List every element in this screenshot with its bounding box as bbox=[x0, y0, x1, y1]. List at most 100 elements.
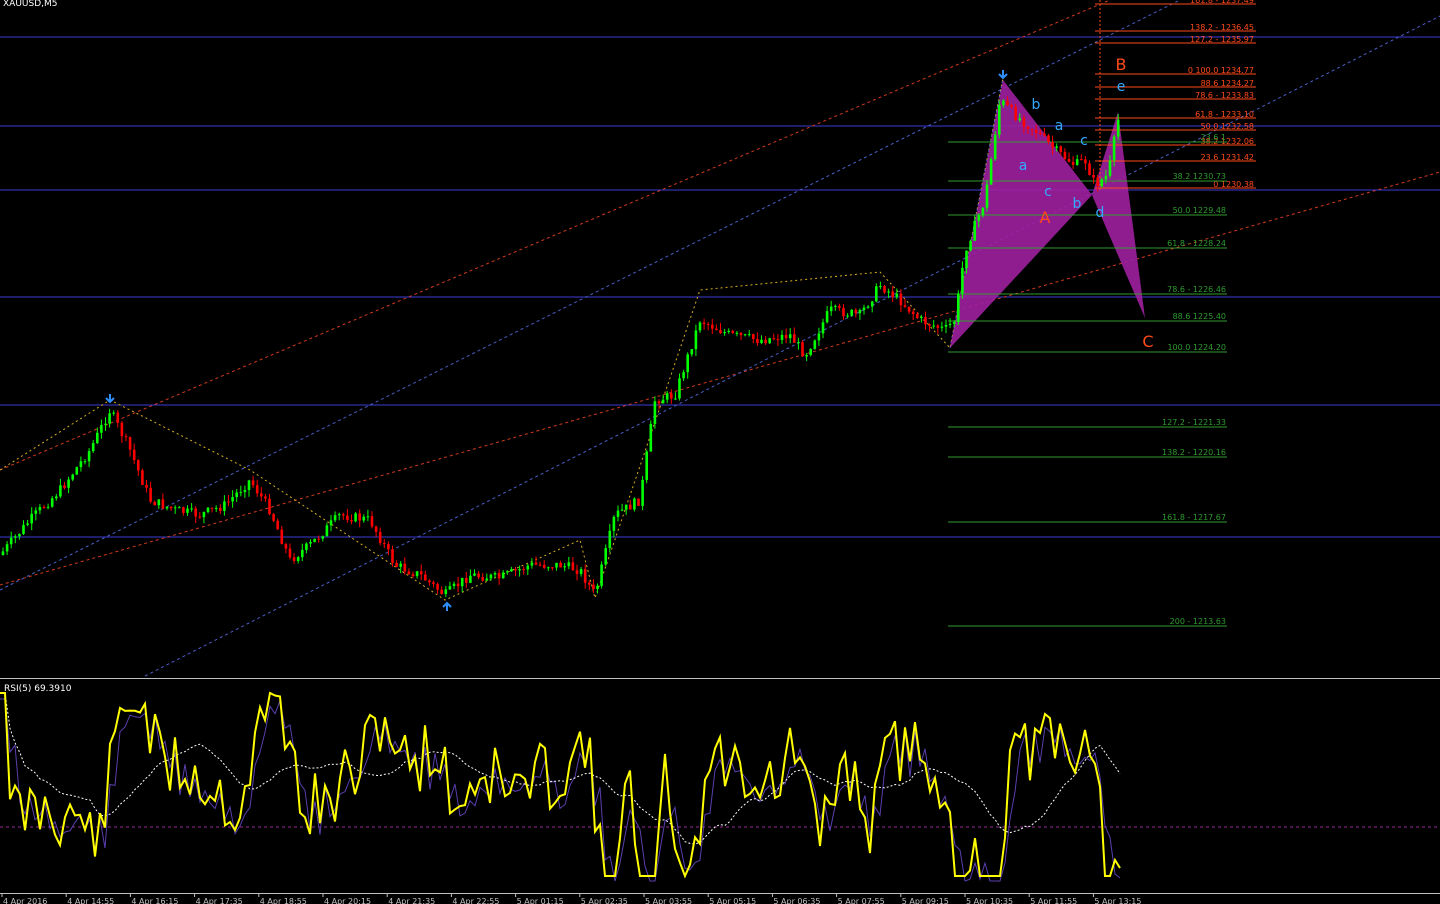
candle-body bbox=[50, 498, 54, 507]
candle-body bbox=[219, 507, 222, 511]
candle-body bbox=[309, 542, 312, 544]
candle-body bbox=[46, 506, 50, 508]
candle-body bbox=[866, 306, 870, 308]
candle-body bbox=[924, 316, 927, 325]
candle-body bbox=[165, 506, 169, 509]
candle-body bbox=[1006, 100, 1009, 106]
candle-body bbox=[551, 567, 554, 569]
candle-body bbox=[850, 309, 853, 316]
candle-body bbox=[743, 334, 747, 336]
candle-body bbox=[698, 322, 702, 331]
candle-body bbox=[649, 423, 653, 452]
candle-body bbox=[493, 573, 497, 575]
candle-body bbox=[112, 412, 115, 414]
candle-body bbox=[1002, 100, 1005, 106]
candle-body bbox=[18, 533, 21, 537]
fib-lower-label: 50.0 1229.48 bbox=[1173, 206, 1226, 215]
candle-body bbox=[706, 324, 710, 326]
candle-body bbox=[1100, 179, 1104, 187]
candle-body bbox=[489, 574, 493, 579]
fib-lower-label: 127.2 - 1221.33 bbox=[1162, 418, 1226, 427]
candle-body bbox=[952, 322, 956, 324]
candle-body bbox=[665, 393, 669, 400]
candle-body bbox=[104, 423, 107, 425]
candle-body bbox=[1075, 159, 1079, 165]
candle-body bbox=[1026, 126, 1030, 129]
candle-body bbox=[518, 569, 521, 571]
candle-body bbox=[776, 339, 780, 341]
candle-body bbox=[362, 516, 366, 521]
candle-body bbox=[198, 516, 202, 518]
candle-body bbox=[9, 537, 13, 545]
candle-body bbox=[932, 325, 935, 327]
candle-body bbox=[206, 507, 210, 513]
candle-body bbox=[965, 250, 968, 268]
candle-body bbox=[313, 538, 316, 543]
fractal-up-arrow-icon bbox=[442, 601, 452, 611]
candle-body bbox=[563, 566, 566, 568]
candle-body bbox=[936, 325, 940, 328]
fib-lower-label: 23.6 1 bbox=[1201, 133, 1226, 142]
candle-body bbox=[169, 506, 173, 509]
wave-label-minor: c bbox=[1044, 184, 1052, 200]
candle-body bbox=[829, 306, 833, 312]
candle-body bbox=[846, 315, 849, 317]
candle-body bbox=[907, 306, 911, 312]
candle-body bbox=[616, 510, 620, 517]
candle-body bbox=[116, 412, 120, 423]
candle-body bbox=[813, 340, 817, 349]
candle-body bbox=[690, 349, 694, 355]
candle-body bbox=[1092, 175, 1095, 178]
candle-body bbox=[305, 543, 308, 550]
candle-body bbox=[333, 515, 337, 521]
time-axis-label: 5 Apr 09:15 bbox=[902, 897, 949, 904]
candle-body bbox=[264, 496, 267, 499]
candle-body bbox=[809, 348, 812, 355]
candle-body bbox=[538, 564, 542, 566]
candle-body bbox=[460, 577, 464, 587]
candle-body bbox=[239, 492, 243, 494]
candle-body bbox=[182, 507, 185, 513]
fib-upper-label: 61.8 - 1233.10 bbox=[1195, 110, 1254, 119]
candle-body bbox=[276, 520, 279, 530]
time-axis-label: 4 Apr 22:55 bbox=[452, 897, 499, 904]
price-chart[interactable]: 161.8 - 1237.49 138.2 - 1236.45 127.2 - 12… bbox=[0, 0, 1440, 678]
harmonic-pattern-xab bbox=[950, 80, 1092, 348]
wave-label-minor: c bbox=[1080, 133, 1088, 149]
candle-body bbox=[600, 564, 603, 586]
candle-body bbox=[235, 492, 238, 497]
candle-body bbox=[973, 220, 976, 241]
candle-body bbox=[514, 569, 517, 571]
candle-body bbox=[620, 509, 624, 511]
rsi-indicator-panel[interactable] bbox=[0, 681, 1440, 894]
candle-body bbox=[821, 322, 825, 334]
fib-lower-label: 88.6 1225.40 bbox=[1173, 312, 1226, 321]
candle-body bbox=[510, 569, 513, 572]
candle-body bbox=[686, 354, 689, 373]
candle-body bbox=[370, 516, 374, 527]
wave-label-minor: b bbox=[1073, 196, 1082, 212]
candle-body bbox=[780, 334, 784, 340]
candle-body bbox=[805, 354, 808, 357]
candle-body bbox=[292, 557, 296, 562]
candle-body bbox=[1071, 161, 1075, 165]
candle-body bbox=[5, 544, 9, 552]
candle-body bbox=[1096, 177, 1099, 187]
candle-body bbox=[948, 323, 952, 325]
candle-body bbox=[83, 461, 87, 463]
candle-body bbox=[395, 562, 398, 567]
candle-body bbox=[797, 342, 800, 344]
panel-separator[interactable] bbox=[0, 678, 1440, 679]
candle-body bbox=[1112, 136, 1116, 161]
candle-body bbox=[940, 326, 944, 328]
candle-body bbox=[202, 512, 206, 518]
time-axis-label: 5 Apr 01:15 bbox=[517, 897, 564, 904]
candle-body bbox=[678, 378, 681, 399]
candle-body bbox=[596, 585, 599, 590]
candle-body bbox=[899, 293, 903, 306]
candle-body bbox=[329, 520, 333, 526]
candle-body bbox=[854, 309, 858, 314]
candle-body bbox=[223, 501, 226, 511]
candle-body bbox=[862, 307, 866, 311]
candle-body bbox=[592, 584, 595, 590]
